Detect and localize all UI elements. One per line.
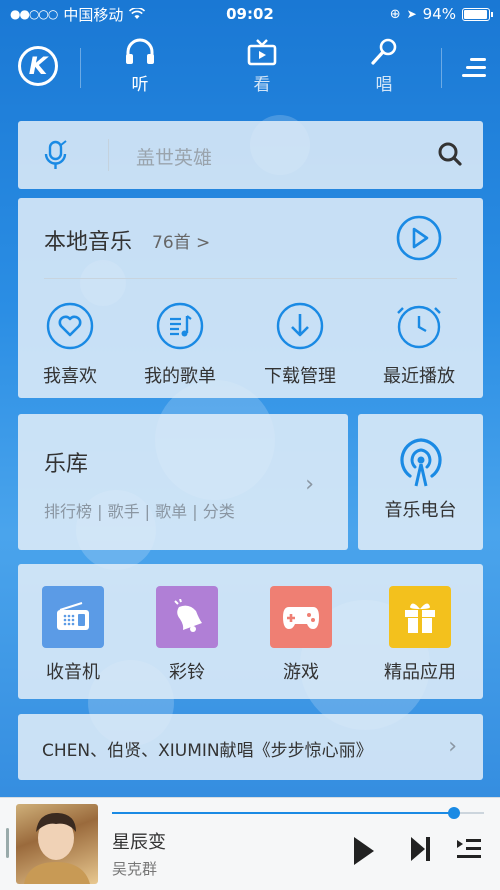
kugou-logo-icon[interactable]: K	[18, 46, 58, 86]
shortcut-favorites[interactable]: 我喜欢	[20, 302, 120, 388]
tab-sing[interactable]: 唱	[354, 38, 414, 95]
tab-listen-label: 听	[131, 75, 149, 95]
shortcut-label: 下载管理	[264, 366, 336, 387]
chevron-right-icon: ›	[305, 472, 314, 497]
search-separator	[108, 139, 109, 171]
search-bar[interactable]: 盖世英雄	[18, 121, 483, 189]
signal-strength-icon: ●●○○○	[10, 7, 58, 21]
local-music-card: 本地音乐 76首 > 我喜欢 我的歌单 下载管理 最近播放	[18, 198, 483, 398]
location-icon: ➤	[406, 7, 417, 21]
carrier-label: 中国移动	[63, 5, 124, 24]
headphones-icon	[126, 38, 154, 64]
nav-divider	[80, 48, 81, 88]
playlist-icon	[156, 302, 204, 350]
bell-icon	[156, 586, 218, 648]
clock: 09:02	[226, 5, 274, 23]
song-title: 星辰变	[112, 832, 166, 853]
shortcut-label: 最近播放	[383, 366, 455, 387]
album-art[interactable]	[16, 804, 98, 884]
gift-icon	[389, 586, 451, 648]
app-label: 精品应用	[384, 662, 456, 683]
clock-icon	[397, 305, 441, 349]
microphone-icon	[371, 38, 397, 65]
tab-watch[interactable]: 看	[232, 38, 292, 95]
battery-icon	[462, 7, 493, 21]
music-radio-card[interactable]: 音乐电台	[358, 414, 483, 550]
radio-station-icon	[400, 438, 442, 487]
promo-banner[interactable]: CHEN、伯贤、XIUMIN献唱《步步惊心丽》 ›	[18, 714, 483, 780]
mini-player[interactable]: 星辰变 吴克群	[0, 797, 500, 890]
tab-watch-label: 看	[253, 75, 271, 95]
app-featured[interactable]: 精品应用	[365, 586, 475, 684]
rotation-lock-icon: ⊕	[389, 6, 401, 22]
progress-fill	[112, 812, 454, 814]
local-music-count[interactable]: 76首 >	[152, 228, 210, 253]
next-track-icon[interactable]	[410, 836, 432, 862]
shortcut-label: 我的歌单	[144, 366, 216, 387]
shortcut-downloads[interactable]: 下载管理	[250, 302, 350, 388]
search-placeholder[interactable]: 盖世英雄	[136, 143, 212, 170]
menu-icon[interactable]	[462, 58, 486, 82]
apps-card: 收音机 彩铃 游戏 精品应用	[18, 564, 483, 699]
chevron-right-icon: ›	[448, 734, 457, 759]
download-icon	[276, 302, 324, 350]
library-title: 乐库	[44, 452, 89, 477]
library-subtitle: 排行榜 | 歌手 | 歌单 | 分类	[44, 502, 235, 521]
voice-search-icon[interactable]	[42, 139, 70, 171]
promo-text: CHEN、伯贤、XIUMIN献唱《步步惊心丽》	[42, 741, 373, 761]
shortcut-my-playlists[interactable]: 我的歌单	[130, 302, 230, 388]
divider	[44, 278, 457, 279]
search-icon[interactable]	[437, 141, 463, 167]
top-navigation: K 听 看 唱	[0, 28, 500, 108]
nav-divider	[441, 48, 442, 88]
status-bar: ●●○○○ 中国移动 09:02 ⊕ ➤ 94%	[0, 0, 500, 28]
play-all-icon[interactable]	[395, 214, 443, 262]
wifi-icon	[129, 8, 146, 19]
tab-sing-label: 唱	[375, 75, 393, 95]
app-games[interactable]: 游戏	[246, 586, 356, 684]
app-radio[interactable]: 收音机	[18, 586, 128, 684]
app-label: 游戏	[283, 662, 319, 683]
drag-handle[interactable]	[6, 828, 9, 858]
queue-icon[interactable]	[456, 836, 482, 862]
gamepad-icon	[270, 586, 332, 648]
app-label: 收音机	[46, 662, 100, 683]
local-music-title[interactable]: 本地音乐	[44, 224, 132, 256]
song-artist: 吴克群	[112, 860, 158, 878]
radio-label: 音乐电台	[384, 500, 457, 521]
shortcut-recent[interactable]: 最近播放	[369, 302, 469, 388]
app-label: 彩铃	[169, 662, 205, 683]
heart-icon	[46, 302, 94, 350]
progress-knob[interactable]	[448, 807, 460, 819]
play-icon[interactable]	[352, 836, 376, 866]
tv-icon	[247, 39, 277, 66]
tab-listen[interactable]: 听	[110, 38, 170, 95]
battery-percent: 94%	[422, 5, 456, 23]
app-ringtone[interactable]: 彩铃	[132, 586, 242, 684]
shortcut-label: 我喜欢	[43, 366, 97, 387]
music-library-card[interactable]: 乐库 排行榜 | 歌手 | 歌单 | 分类 ›	[18, 414, 348, 550]
radio-icon	[42, 586, 104, 648]
